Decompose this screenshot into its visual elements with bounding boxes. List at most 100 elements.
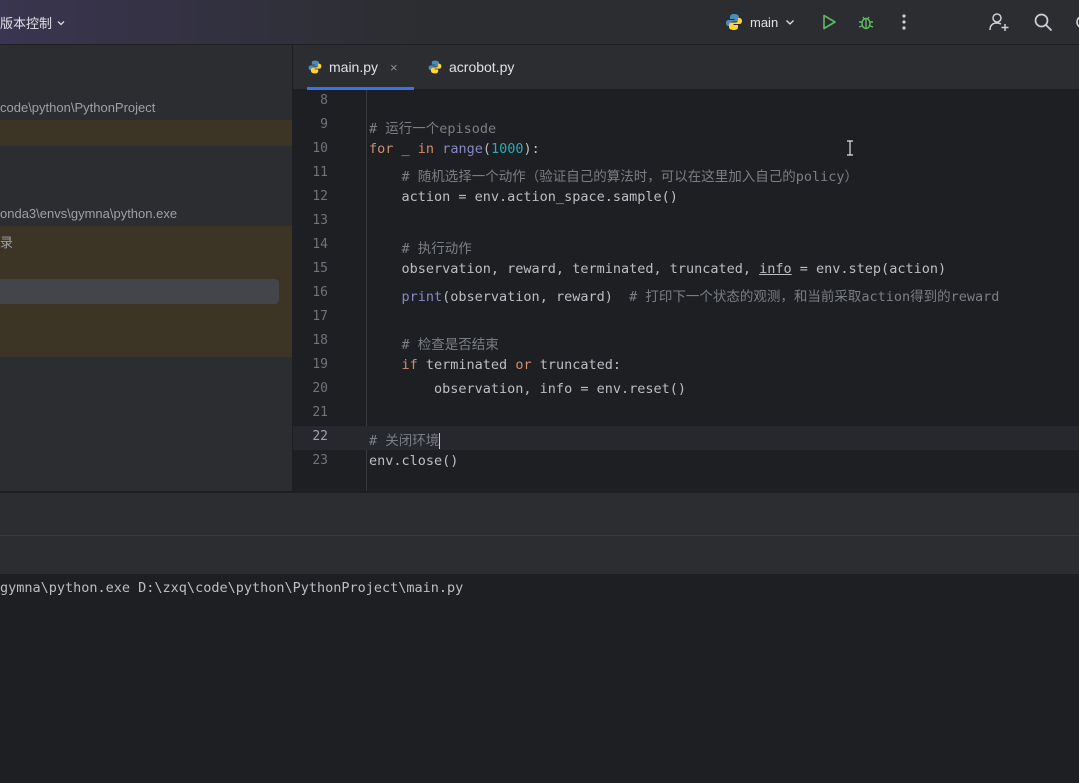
comment: # 关闭环境 [369, 433, 440, 449]
code-line[interactable]: 17 [293, 306, 1079, 330]
line-number: 12 [312, 189, 328, 204]
comment: # 检查是否结束 [401, 337, 499, 353]
builtin: print [401, 289, 443, 305]
code-text: action = env.action_space.sample() [369, 189, 678, 205]
line-number: 20 [312, 381, 328, 396]
debug-button[interactable] [857, 0, 875, 44]
code-line[interactable]: 10 for _ in range(1000): [293, 138, 1079, 162]
line-number: 16 [312, 285, 328, 300]
code-editor[interactable]: 8 9 # 运行一个episode 10 for _ in range(1000… [293, 90, 1079, 491]
code-text: terminated [417, 357, 516, 373]
keyword: for [369, 141, 394, 157]
run-toolbar [0, 535, 1079, 574]
close-icon[interactable]: × [390, 60, 398, 75]
vcs-menu[interactable]: 版本控制 [0, 13, 66, 32]
add-user-icon [988, 12, 1010, 32]
line-number: 13 [312, 213, 328, 228]
code-line[interactable]: 9 # 运行一个episode [293, 114, 1079, 138]
code-line[interactable]: 23 env.close() [293, 450, 1079, 474]
project-sidebar: code\python\PythonProject onda3\envs\gym… [0, 45, 293, 491]
dir-label: 录 [0, 235, 14, 250]
code-text: (observation, reward) [442, 289, 630, 305]
keyword: if [401, 357, 418, 373]
vcs-label: 版本控制 [0, 16, 53, 31]
more-actions-button[interactable] [896, 0, 912, 44]
highlighted-row[interactable] [0, 120, 292, 146]
keyword: in [417, 141, 435, 157]
comment: # 打印下一个状态的观测，和当前采取action得到的reward [629, 289, 1000, 305]
console-command: gymna\python.exe D:\zxq\code\python\Pyth… [0, 580, 464, 596]
code-line[interactable]: 14 # 执行动作 [293, 234, 1079, 258]
bug-icon [857, 13, 875, 31]
run-console[interactable]: gymna\python.exe D:\zxq\code\python\Pyth… [0, 574, 1079, 783]
comment: # 运行一个episode [369, 121, 497, 137]
search-button[interactable] [1033, 0, 1053, 44]
code-line[interactable]: 18 # 检查是否结束 [293, 330, 1079, 354]
code-with-me-button[interactable] [988, 0, 1010, 44]
tab-main-py[interactable]: main.py × [307, 45, 414, 90]
comment: # 执行动作 [401, 241, 472, 257]
run-config-selector[interactable]: main [724, 0, 796, 44]
code-line[interactable]: 11 # 随机选择一个动作（验证自己的算法时，可以在这里加入自己的policy） [293, 162, 1079, 186]
run-icon [820, 13, 838, 31]
code-line[interactable]: 21 [293, 402, 1079, 426]
line-number: 22 [312, 429, 328, 444]
tab-acrobot-py[interactable]: acrobot.py [427, 45, 514, 89]
line-number: 9 [320, 117, 328, 132]
code-text: ): [523, 141, 540, 157]
code-text: _ [393, 141, 418, 157]
directory-input[interactable] [0, 279, 279, 304]
line-number: 15 [312, 261, 328, 276]
run-button[interactable] [820, 0, 838, 44]
line-number: 14 [312, 237, 328, 252]
comment: # 随机选择一个动作（验证自己的算法时，可以在这里加入自己的policy） [401, 169, 859, 185]
underlined-identifier: info [759, 261, 792, 277]
text-caret [439, 433, 441, 449]
title-bar: 版本控制 main [0, 0, 1079, 45]
line-number: 10 [312, 141, 328, 156]
code-text: ( [482, 141, 491, 157]
code-text: observation, reward, terminated, truncat… [369, 261, 760, 277]
code-line[interactable]: 8 [293, 90, 1079, 114]
tab-label: main.py [329, 59, 379, 75]
gear-icon [1073, 12, 1079, 32]
python-file-icon [427, 59, 443, 75]
tab-label: acrobot.py [449, 59, 515, 75]
line-number: 11 [312, 165, 328, 180]
builtin: range [442, 141, 483, 157]
line-number: 21 [312, 405, 328, 420]
line-number: 19 [312, 357, 328, 372]
mouse-cursor-icon [846, 140, 854, 159]
python-icon [724, 12, 744, 32]
current-code-line[interactable]: 22 # 关闭环境 [293, 426, 1079, 450]
python-file-icon [307, 59, 323, 75]
run-config-label: main [750, 14, 779, 30]
code-text: env.close() [369, 453, 459, 469]
run-tool-window-header [0, 492, 1079, 535]
code-line[interactable]: 20 observation, info = env.reset() [293, 378, 1079, 402]
interpreter-path: onda3\envs\gymna\python.exe [0, 206, 178, 221]
code-line[interactable]: 12 action = env.action_space.sample() [293, 186, 1079, 210]
line-number: 23 [312, 453, 328, 468]
code-line[interactable]: 16 print(observation, reward) # 打印下一个状态的… [293, 282, 1079, 306]
code-text: observation, info = env.reset() [369, 381, 686, 397]
code-line[interactable]: 13 [293, 210, 1079, 234]
number: 1000 [490, 141, 524, 157]
code-line[interactable]: 15 observation, reward, terminated, trun… [293, 258, 1079, 282]
more-vertical-icon [896, 13, 912, 31]
settings-button[interactable] [1073, 0, 1079, 44]
search-icon [1033, 12, 1053, 32]
project-path: code\python\PythonProject [0, 100, 156, 115]
line-number: 8 [320, 93, 328, 108]
code-text: = env.step(action) [791, 261, 947, 277]
line-number: 18 [312, 333, 328, 348]
line-number: 17 [312, 309, 328, 324]
code-line[interactable]: 19 if terminated or truncated: [293, 354, 1079, 378]
code-text: truncated: [531, 357, 621, 373]
